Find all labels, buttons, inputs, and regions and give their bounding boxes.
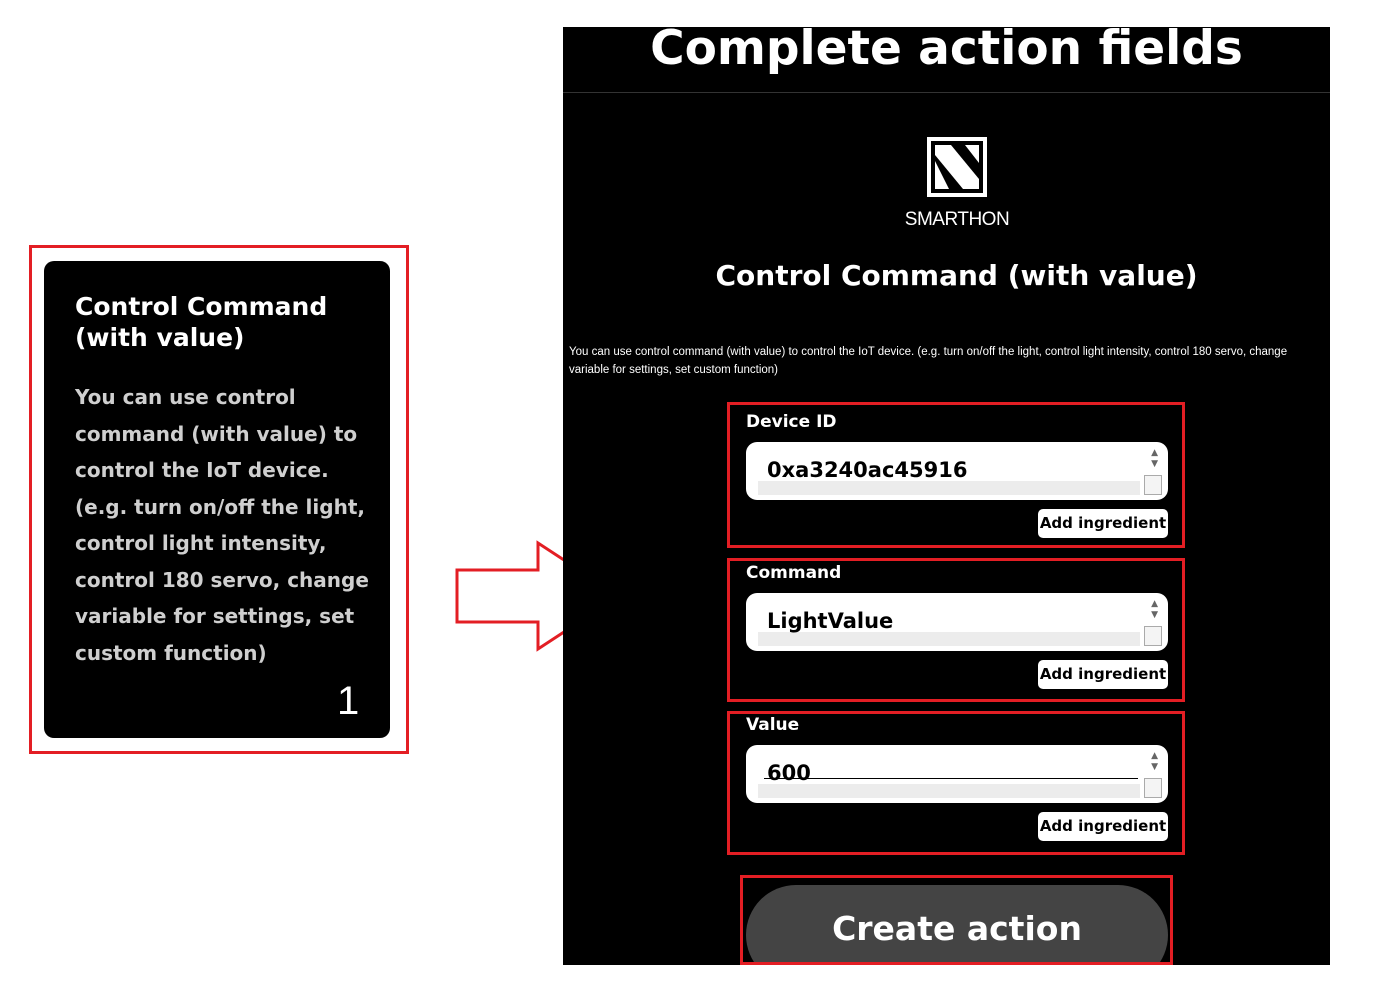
step-number-1: 1 (337, 679, 360, 723)
card-description: You can use control command (with value)… (75, 385, 369, 665)
card-title: Control Command (with value) (75, 292, 328, 352)
action-description: You can use control command (with value)… (569, 346, 1288, 376)
value-annotation-frame (727, 711, 1185, 855)
smarthon-logo-text: SMARTHON (904, 209, 1010, 230)
step-number-3: 3 (1213, 594, 1236, 638)
step-number-5: 5 (1216, 893, 1239, 937)
action-title: Control Command (with value) (715, 259, 1198, 292)
step-number-4: 4 (1213, 754, 1236, 798)
action-card[interactable]: Control Command (with value) You can use… (44, 261, 390, 738)
smarthon-logo-icon (927, 137, 987, 197)
device-id-annotation-frame (727, 402, 1185, 548)
step-number-2: 2 (1213, 448, 1236, 492)
command-annotation-frame (727, 558, 1185, 702)
create-action-annotation-frame (740, 875, 1173, 965)
panel-header: Complete action fields (563, 27, 1330, 93)
page-title: Complete action fields (650, 27, 1243, 76)
